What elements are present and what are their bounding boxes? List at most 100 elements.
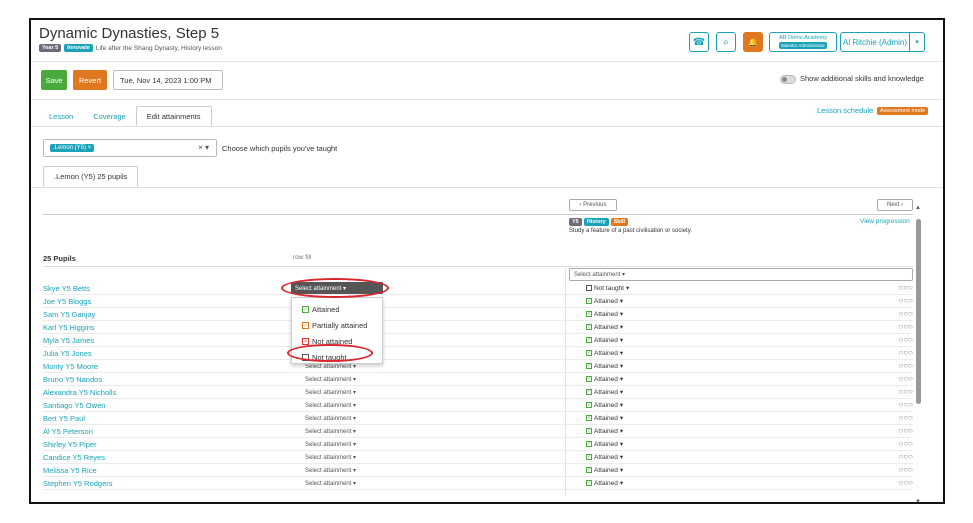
bell-icon: 🔔 [748,37,758,47]
row-attainment-select[interactable]: Select attainment ▾ [305,454,356,461]
tab-coverage[interactable]: Coverage [83,106,136,126]
objective-attainment[interactable]: ✓ Attained ▾ [586,401,623,409]
attainment-label: Attained [594,453,618,461]
pupil-name-link[interactable]: Stephen Y5 Rodgers [43,479,113,488]
objective-tag-subject: History [583,218,609,226]
pupil-name-link[interactable]: Melissa Y5 Rice [43,466,97,475]
objective-attainment[interactable]: ✓ Attained ▾ [586,440,623,448]
objective-attainment[interactable]: ✓ Attained ▾ [586,349,623,357]
row-attainment-select[interactable]: Select attainment ▾ [305,376,356,383]
objective-attainment[interactable]: ✓ Attained ▾ [586,466,623,474]
objective-attainment[interactable]: ✓ Attained ▾ [586,323,623,331]
objective-attainment[interactable]: ✓ Attained ▾ [586,479,623,487]
table-row: Monty Y5 Moore Select attainment ▾ ✓ Attain… [43,360,913,373]
scroll-up-icon[interactable]: ▲ [915,205,921,211]
previous-button[interactable]: ‹ Previous [569,199,617,211]
next-button[interactable]: Next › [877,199,913,211]
pupil-name-link[interactable]: Karl Y5 Higgins [43,323,95,332]
row-attainment-select[interactable]: Select attainment ▾ [305,363,356,370]
check-box-icon: ✓ [586,428,592,434]
row-attainment-select[interactable]: Select attainment ▾ [305,480,356,487]
dropdown-option-attained[interactable]: ✓ Attained [302,305,340,314]
dropdown-option-label: Partially attained [312,321,368,330]
subtitle-main: Life after the Shang Dynasty [95,44,178,52]
attainment-label: Attained [594,349,618,357]
objective-attainment[interactable]: ✓ Attained ▾ [586,453,623,461]
progress-circles: ○○○ [898,361,914,370]
pupil-name-link[interactable]: Alexandra Y5 Nicholls [43,388,116,397]
objective-attainment[interactable]: Not taught ▾ [586,284,629,292]
row-attainment-select[interactable]: Select attainment ▾ [291,282,383,294]
lesson-schedule-link[interactable]: Lesson schedule [817,106,873,115]
year-tag: Year 5 [39,44,62,52]
attainment-label: Attained [594,375,618,383]
attainment-label: Attained [594,297,618,305]
row-attainment-select[interactable]: Select attainment ▾ [305,415,356,422]
objective-attainment[interactable]: ✓ Attained ▾ [586,375,623,383]
pupil-name-link[interactable]: Al Y5 Peterson [43,427,93,436]
pupil-name-link[interactable]: Julia Y5 Jones [43,349,92,358]
notifications-button[interactable]: 🔔 [743,32,763,52]
pupil-name-link[interactable]: Monty Y5 Moore [43,362,98,371]
progress-circles: ○○○ [898,413,914,422]
dropdown-option-not-attained[interactable]: × Not attained [302,337,352,346]
objective-text: Study a feature of a past civilisation o… [569,228,692,234]
search-button[interactable]: ⌕ [716,32,736,52]
pupil-name-link[interactable]: Sam Y5 Ganjay [43,310,95,319]
table-row: Melissa Y5 Rice Select attainment ▾ ✓ Attai… [43,464,913,477]
save-button[interactable]: Save [41,70,67,90]
objective-attainment[interactable]: ✓ Attained ▾ [586,414,623,422]
progress-circles: ○○○ [898,478,914,487]
table-row: Karl Y5 HigginsSelect attainment ▾✓Attai… [43,321,913,334]
class-tab-lemon[interactable]: .Lemon (Y5) 25 pupils [43,166,139,187]
additional-skills-toggle[interactable] [780,75,796,84]
dropdown-option-partially-attained[interactable]: ✓ Partially attained [302,321,367,330]
pupil-name-link[interactable]: Bert Y5 Paul [43,414,85,423]
scroll-thumb[interactable] [916,219,921,404]
pupil-group-chip[interactable]: .Lemon (Y5) × [50,144,95,152]
progress-circles: ○○○ [898,296,914,305]
view-progression-link[interactable]: View progression [860,218,910,225]
tabs-divider [31,126,943,127]
revert-button[interactable]: Revert [73,70,107,90]
objective-attainment[interactable]: ✓ Attained ▾ [586,388,623,396]
pupil-name-link[interactable]: Joe Y5 Bloggs [43,297,91,306]
pupil-name-link[interactable]: Shirley Y5 Piper [43,440,97,449]
table-scrollbar[interactable]: ▲ ▼ [915,205,921,502]
scroll-down-icon[interactable]: ▼ [915,499,921,502]
objective-attainment[interactable]: ✓ Attained ▾ [586,310,623,318]
chevron-down-icon: ▾ [619,467,624,474]
progress-circles: ○○○ [898,400,914,409]
pupil-name-link[interactable]: Santiago Y5 Owen [43,401,105,410]
user-menu-button[interactable]: Al Ritchie (Admin) [840,32,910,52]
attainment-dropdown-menu: ✓ Attained ✓ Partially attained × Not at… [291,297,383,364]
user-menu-chevron-icon[interactable]: ▾ [909,32,925,52]
tab-edit-attainments[interactable]: Edit attainments [135,106,212,126]
objective-attainment[interactable]: ✓ Attained ▾ [586,297,623,305]
row-attainment-select[interactable]: Select attainment ▾ [305,389,356,396]
pupil-name-link[interactable]: Skye Y5 Betts [43,284,90,293]
objective-attainment[interactable]: ✓ Attained ▾ [586,362,623,370]
column-fill-select[interactable]: Select attainment ▾ [569,268,913,281]
dropdown-option-not-taught[interactable]: Not taught [302,353,347,362]
objective-attainment[interactable]: ✓ Attained ▾ [586,336,623,344]
pupil-name-link[interactable]: Candice Y5 Reyes [43,453,105,462]
pupil-name-link[interactable]: Bruno Y5 Nandos [43,375,102,384]
attainment-label: Attained [594,479,618,487]
attainment-label: Attained [594,388,618,396]
chevron-down-icon: ▾ [619,298,624,305]
row-attainment-select[interactable]: Select attainment ▾ [305,467,356,474]
row-attainment-select[interactable]: Select attainment ▾ [305,441,356,448]
row-attainment-select[interactable]: Select attainment ▾ [305,428,356,435]
chevron-down-icon: ▾ [619,454,624,461]
attainment-label: Attained [594,466,618,474]
pupil-group-select[interactable]: .Lemon (Y5) × × ▾ [43,139,217,157]
objective-attainment[interactable]: ✓ Attained ▾ [586,427,623,435]
pupil-name-link[interactable]: Myla Y5 James [43,336,94,345]
lesson-date-input[interactable]: Tue, Nov 14, 2023 1:00 PM [113,70,223,90]
row-attainment-select[interactable]: Select attainment ▾ [305,402,356,409]
school-switcher[interactable]: AR Demo Academy Maestro Administrator [769,32,837,52]
clear-select-icon[interactable]: × ▾ [198,143,209,152]
tab-lesson[interactable]: Lesson [39,106,83,126]
phone-button[interactable]: ☎ [689,32,709,52]
